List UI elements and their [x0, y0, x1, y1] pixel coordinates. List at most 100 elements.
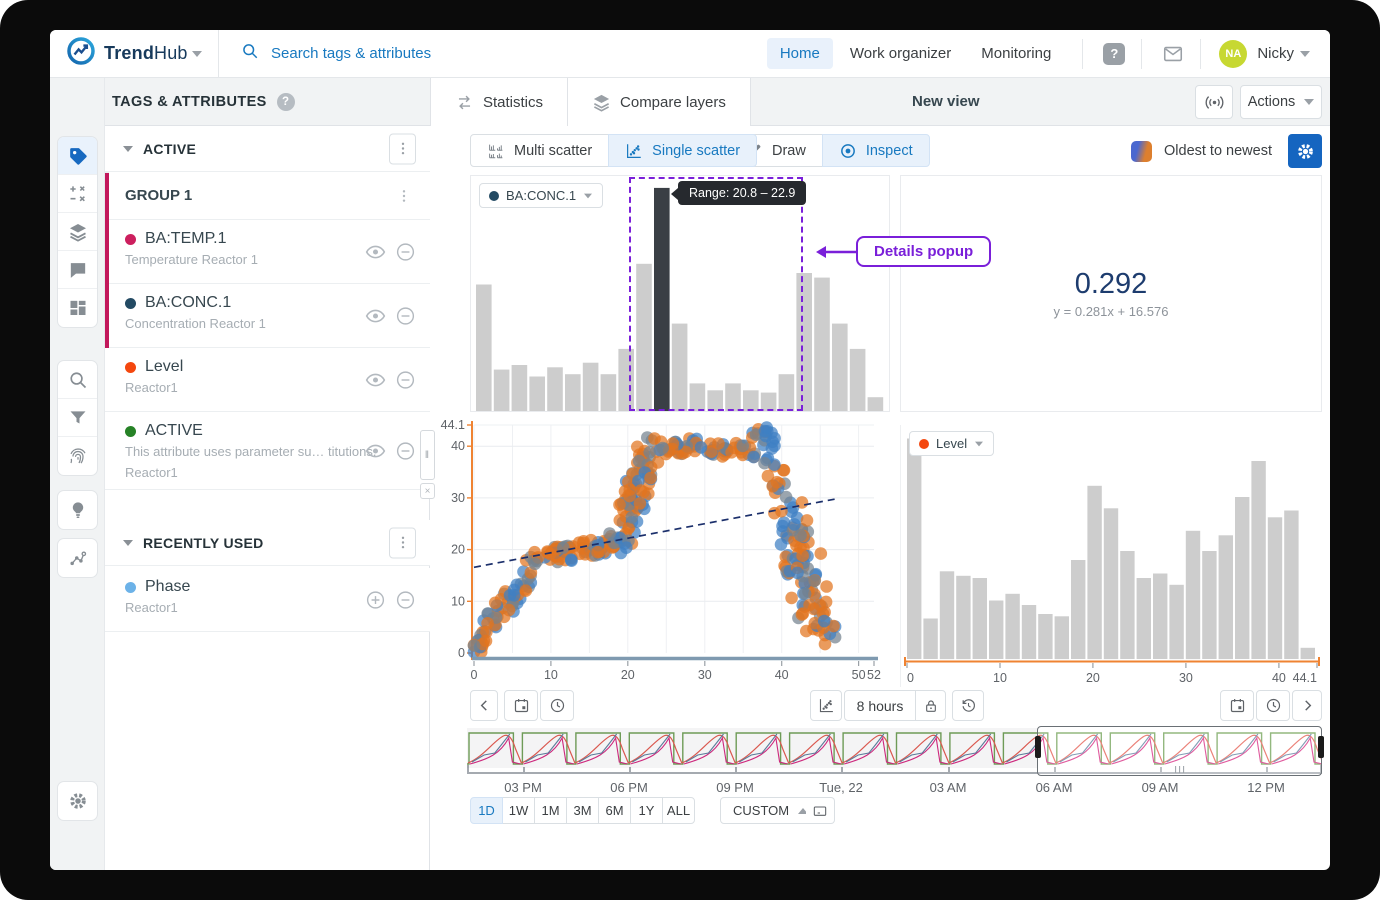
end-time-button[interactable] [1256, 690, 1290, 721]
remove-tag-button[interactable] [395, 305, 416, 326]
preset-1w-button[interactable]: 1W [502, 797, 535, 824]
visibility-toggle[interactable] [365, 241, 386, 262]
chart-settings-button[interactable] [1288, 134, 1322, 168]
divider [1141, 39, 1142, 69]
selection-right-handle[interactable] [1318, 736, 1324, 758]
duration-button[interactable]: 8 hours [844, 690, 916, 721]
preset-6m-button[interactable]: 6M [598, 797, 631, 824]
user-avatar[interactable]: NA [1219, 40, 1247, 68]
panel-resize-handle[interactable]: ‖ [420, 430, 435, 480]
tag-item-phase[interactable]: PhaseReactor1 [105, 568, 430, 632]
rail-item-filters[interactable] [58, 399, 97, 437]
visibility-toggle[interactable] [365, 369, 386, 390]
actions-button[interactable]: Actions [1240, 85, 1322, 119]
selection-drag-grip[interactable] [1175, 766, 1185, 773]
lock-duration-button[interactable] [915, 690, 946, 721]
history-button[interactable] [952, 690, 984, 721]
rail-item-dashboards[interactable] [58, 289, 97, 327]
preset-1y-button[interactable]: 1Y [630, 797, 663, 824]
scatter-time-button[interactable] [810, 690, 842, 721]
group-accent-bar [105, 172, 109, 348]
panel-collapse-button[interactable]: × [420, 483, 435, 499]
live-broadcast-button[interactable] [1195, 85, 1233, 119]
rail-item-formulas[interactable] [58, 175, 97, 213]
tag-item-ba-temp-1[interactable]: BA:TEMP.1Temperature Reactor 1 [105, 220, 430, 284]
rail-item-recommendations[interactable] [58, 491, 97, 529]
rail-item-compare-layers[interactable] [58, 213, 97, 251]
rail-item-annotations[interactable] [58, 251, 97, 289]
remove-tag-button[interactable] [395, 369, 416, 390]
single-scatter-button[interactable]: Single scatter [608, 134, 757, 167]
visibility-toggle[interactable] [365, 440, 386, 461]
section-menu-button[interactable] [389, 527, 416, 558]
start-time-button[interactable] [540, 690, 574, 721]
rail-item-fingerprints[interactable] [58, 437, 97, 475]
selection-left-handle[interactable] [1035, 736, 1041, 758]
nav-link-work-organizer[interactable]: Work organizer [837, 38, 964, 69]
rail-item-search[interactable] [58, 361, 97, 399]
add-tag-button[interactable] [365, 589, 386, 610]
start-date-button[interactable] [504, 690, 538, 721]
global-search[interactable] [219, 42, 767, 65]
tag-name: ACTIVE [145, 422, 203, 440]
end-date-button[interactable] [1220, 690, 1254, 721]
collapse-caret-icon[interactable] [123, 540, 133, 546]
logo-caret-icon[interactable] [192, 51, 202, 57]
series-color-dot [125, 426, 136, 437]
tab-statistics[interactable]: Statistics [430, 78, 568, 126]
svg-text:44.1: 44.1 [1293, 671, 1317, 685]
step-back-button[interactable] [470, 690, 498, 721]
svg-text:0: 0 [907, 671, 914, 685]
svg-text:44.1: 44.1 [441, 418, 465, 432]
user-menu-caret-icon[interactable] [1300, 51, 1310, 57]
step-forward-button[interactable] [1292, 690, 1322, 721]
tab-compare-layers[interactable]: Compare layers [568, 78, 751, 126]
preset-all-button[interactable]: ALL [662, 797, 695, 824]
tag-item-level[interactable]: LevelReactor1 [105, 348, 430, 412]
tags-attributes-panel: ACTIVE GROUP 1BA:TEMP.1Temperature Reacto… [105, 126, 430, 870]
help-circle-icon[interactable]: ? [277, 93, 295, 111]
multi-scatter-button[interactable]: Multi scatter [470, 134, 609, 167]
regression-formula: y = 0.281x + 16.576 [901, 304, 1321, 319]
mail-icon[interactable] [1162, 43, 1184, 65]
help-icon[interactable]: ? [1103, 43, 1125, 65]
layers-icon [68, 222, 88, 242]
fingerprint-icon [68, 446, 88, 466]
layers-icon [592, 93, 611, 112]
remove-tag-button[interactable] [395, 440, 416, 461]
svg-text:30: 30 [698, 668, 712, 682]
group-row[interactable]: GROUP 1 [105, 172, 430, 220]
tag-item-active[interactable]: ACTIVEThis attribute uses parameter su… … [105, 412, 430, 490]
section-menu-button[interactable] [389, 133, 416, 164]
rail-item-tags[interactable] [58, 137, 97, 175]
timeline-selection-window[interactable] [1037, 726, 1322, 776]
settings-button[interactable] [57, 781, 98, 821]
minus-circle-icon [395, 440, 416, 461]
remove-tag-button[interactable] [395, 589, 416, 610]
divider [1200, 39, 1201, 69]
lock-icon [923, 698, 939, 714]
remove-tag-button[interactable] [395, 241, 416, 262]
nodes-icon [68, 548, 88, 568]
divider [1082, 39, 1083, 69]
visibility-toggle[interactable] [365, 305, 386, 326]
preset-3m-button[interactable]: 3M [566, 797, 599, 824]
sort-control[interactable]: Oldest to newest [1131, 134, 1322, 168]
swap-arrows-icon [455, 93, 474, 112]
rail-item-context-connections[interactable] [58, 539, 97, 577]
nav-link-home[interactable]: Home [767, 38, 833, 69]
group-menu-button[interactable] [396, 188, 412, 204]
level-series-selector[interactable]: Level [909, 431, 994, 456]
tag-item-ba-conc-1[interactable]: BA:CONC.1Concentration Reactor 1 [105, 284, 430, 348]
nav-link-monitoring[interactable]: Monitoring [968, 38, 1064, 69]
app-logo[interactable]: TrendHub [50, 36, 192, 71]
collapse-caret-icon[interactable] [123, 146, 133, 152]
search-input[interactable] [269, 44, 689, 63]
user-name[interactable]: Nicky [1257, 45, 1294, 62]
inspect-button[interactable]: Inspect [822, 134, 930, 167]
conc-series-selector[interactable]: BA:CONC.1 [479, 183, 603, 208]
preset-1m-button[interactable]: 1M [534, 797, 567, 824]
preset-1d-button[interactable]: 1D [470, 797, 503, 824]
scatter-chart[interactable]: 01020304044.10102030405052 [434, 415, 892, 687]
fit-screen-button[interactable] [806, 797, 835, 824]
